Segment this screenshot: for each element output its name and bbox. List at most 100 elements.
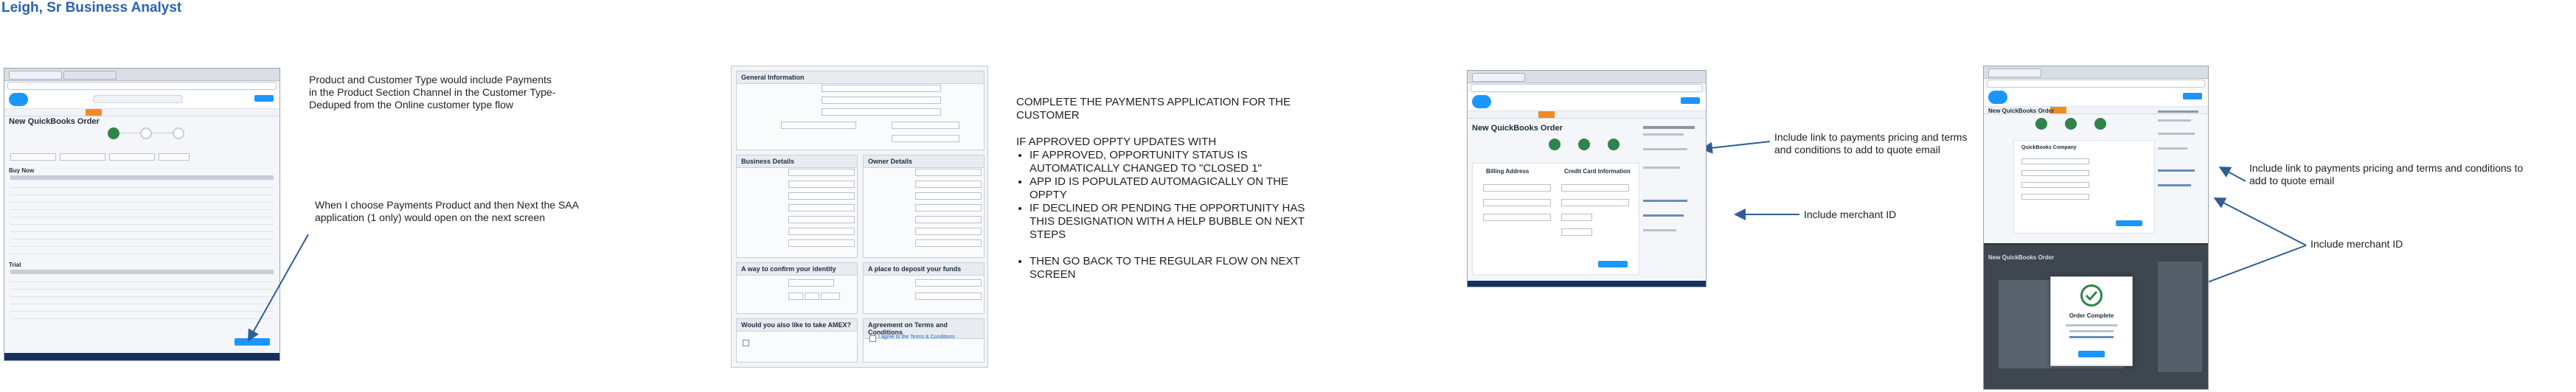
pricing-terms-link[interactable] [1643, 200, 1687, 202]
order-page-title-dimmed: New QuickBooks Order [1988, 254, 2055, 261]
progress-step-icon [2035, 118, 2047, 130]
browser-tab[interactable] [1472, 73, 1525, 82]
company-field[interactable] [2021, 194, 2089, 200]
modal-merchant-id [2069, 336, 2114, 338]
pricing-terms-link[interactable] [2158, 169, 2195, 172]
terms-link[interactable]: I agree to the Terms & Conditions [878, 335, 955, 340]
instructions-list: IF APPROVED, OPPORTUNITY STATUS IS AUTOM… [1016, 149, 1326, 242]
dob-day-field[interactable] [805, 293, 819, 300]
tax-id-field[interactable] [822, 108, 941, 116]
business-field[interactable] [788, 192, 855, 200]
dob-month-field[interactable] [788, 293, 803, 300]
card-number-field[interactable] [1561, 199, 1629, 206]
sidebar-line [2158, 147, 2187, 150]
dob-year-field[interactable] [821, 293, 840, 300]
business-field[interactable] [788, 239, 855, 247]
footer-bar [1468, 281, 1706, 287]
owner-field[interactable] [915, 216, 982, 223]
owner-field[interactable] [915, 181, 982, 188]
deposit-heading: A place to deposit your funds [864, 263, 984, 276]
arrow-to-merchant-id-2 [2213, 197, 2307, 246]
account-number-field[interactable] [915, 293, 982, 300]
sidebar-line [1643, 126, 1695, 129]
sidebar-line [1643, 167, 1680, 169]
instructions-bullet: IF APPROVED, OPPORTUNITY STATUS IS AUTOM… [1030, 149, 1326, 175]
screenshot-payments-application: General Information Business Details Own… [731, 66, 988, 368]
sidebar-line [1643, 133, 1684, 136]
merchant-id-link[interactable] [2158, 184, 2191, 186]
owner-field[interactable] [915, 169, 982, 176]
order-form-card: Billing Address Credit Card Information [1472, 163, 1639, 275]
billing-zip-field[interactable] [1483, 214, 1551, 221]
sidebar-line [2158, 111, 2198, 113]
nav-tab-active[interactable] [1538, 111, 1555, 118]
merchant-id-link[interactable] [1643, 214, 1684, 217]
card-cvv-field[interactable] [1561, 228, 1592, 236]
business-field[interactable] [788, 181, 855, 188]
company-heading: QuickBooks Company [2021, 145, 2077, 150]
routing-number-field[interactable] [915, 279, 982, 287]
general-info-panel: General Information [736, 71, 985, 150]
billing-city-field[interactable] [1483, 199, 1551, 206]
deposit-panel: A place to deposit your funds [863, 262, 985, 314]
submit-order-button[interactable] [1598, 261, 1628, 267]
address-bar[interactable] [1471, 84, 1703, 92]
instructions-bullet: IF DECLINED OR PENDING THE OPPORTUNITY H… [1030, 202, 1326, 242]
browser-tab[interactable] [1988, 69, 2041, 77]
finish-button[interactable] [2116, 220, 2142, 226]
company-field[interactable] [2021, 170, 2089, 176]
business-field[interactable] [788, 169, 855, 176]
company-field[interactable] [2021, 182, 2089, 188]
arrow-to-pricing-link [1701, 141, 1771, 154]
amex-panel: Would you also like to take AMEX? [736, 318, 858, 363]
note-merchant-id: Include merchant ID [1804, 209, 1897, 220]
salesforce-logo-icon [1472, 95, 1491, 108]
arrow-to-next-button [248, 234, 309, 342]
company-field[interactable] [2021, 158, 2089, 164]
owner-field[interactable] [915, 239, 982, 247]
gross-sales-field[interactable] [892, 135, 959, 142]
address-bar[interactable] [1987, 80, 2205, 88]
business-name-field[interactable] [822, 85, 941, 92]
agree-checkbox[interactable] [869, 335, 876, 342]
instructions-block: COMPLETE THE PAYMENTS APPLICATION FOR TH… [1016, 96, 1326, 281]
sidebar-line [1643, 148, 1687, 150]
owner-details-heading: Owner Details [864, 155, 984, 168]
browser-tabbar [1468, 71, 1706, 83]
modal-ok-button[interactable] [2078, 351, 2105, 357]
header-action-button[interactable] [1681, 97, 1700, 104]
modal-line [2066, 324, 2117, 326]
instructions-final: THEN GO BACK TO THE REGULAR FLOW ON NEXT… [1030, 255, 1326, 281]
owner-field[interactable] [915, 204, 982, 211]
instructions-heading: COMPLETE THE PAYMENTS APPLICATION FOR TH… [1016, 96, 1291, 122]
note-pricing-link-2: Include link to payments pricing and ter… [2249, 162, 2524, 186]
amex-checkbox[interactable] [743, 340, 749, 346]
header-action-button[interactable] [2183, 93, 2202, 99]
ssn-field[interactable] [788, 279, 834, 287]
progress-step-icon [2094, 118, 2106, 130]
card-name-field[interactable] [1561, 184, 1629, 192]
business-field[interactable] [788, 228, 855, 235]
progress-step-icon [1549, 139, 1560, 150]
owner-details-panel: Owner Details [863, 155, 985, 258]
ownership-type-select[interactable] [781, 122, 856, 129]
instructions-intro: IF APPROVED OPPTY UPDATES WITH [1016, 136, 1217, 148]
amex-heading: Would you also like to take AMEX? [737, 319, 857, 332]
instructions-bullet: APP ID IS POPULATED AUTOMAGICALLY ON THE… [1030, 175, 1326, 202]
company-card: QuickBooks Company [2013, 140, 2155, 234]
business-field[interactable] [788, 216, 855, 223]
email-field[interactable] [822, 97, 941, 104]
progress-step-icon [2065, 118, 2077, 130]
sidebar-line [1643, 229, 1676, 231]
salesforce-header [1984, 88, 2208, 107]
billing-street-field[interactable] [1483, 184, 1551, 192]
screenshot-order-complete: New QuickBooks Order QuickBooks Company … [1983, 66, 2209, 390]
business-field[interactable] [788, 204, 855, 211]
federal-tax-field[interactable] [892, 122, 959, 129]
card-expiry-field[interactable] [1561, 214, 1592, 221]
owner-field[interactable] [915, 192, 982, 200]
progress-step-icon [1608, 139, 1619, 150]
owner-field[interactable] [915, 228, 982, 235]
business-details-panel: Business Details [736, 155, 858, 258]
screenshot-billing-card: New QuickBooks Order Billing Address Cre… [1467, 70, 1707, 287]
